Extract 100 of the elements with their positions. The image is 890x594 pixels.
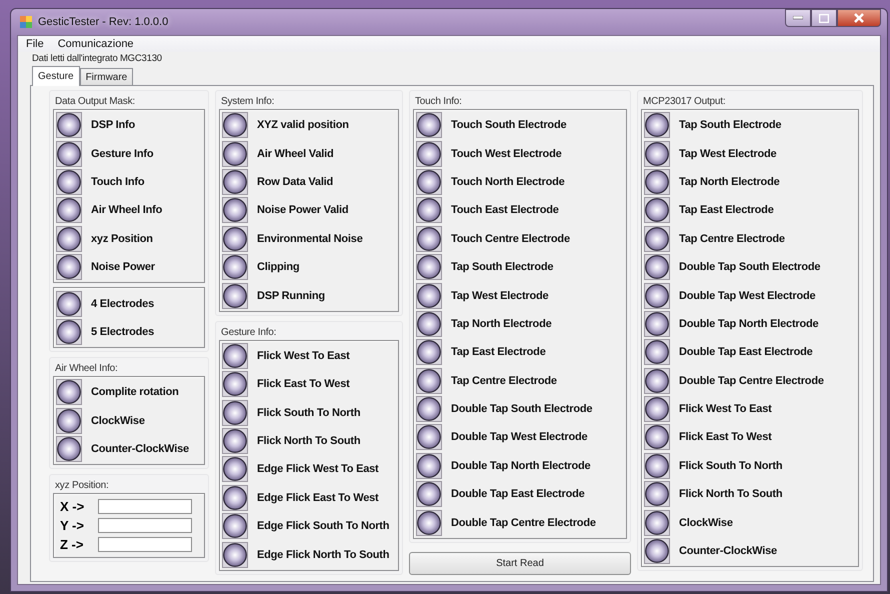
indicator-light-icon <box>56 197 82 224</box>
indicator-label: Double Tap North Electrode <box>451 460 590 472</box>
indicator-label: Tap East Electrode <box>679 204 774 216</box>
indicator-light-icon <box>222 282 248 309</box>
indicator-label: xyz Position <box>91 232 153 245</box>
indicator-light-icon <box>416 481 442 508</box>
indicator-label: Tap East Electrode <box>451 346 546 358</box>
indicator-light-icon <box>416 452 442 479</box>
indicator-label: Touch West Electrode <box>451 148 562 160</box>
indicator-light-icon <box>222 513 248 540</box>
indicator-light-icon <box>644 254 670 280</box>
minimize-icon <box>793 16 803 20</box>
indicator-light-icon <box>416 197 442 224</box>
indicator-light-icon <box>56 254 82 280</box>
indicator-label: DSP Info <box>91 119 136 132</box>
indicator-light-icon <box>222 371 248 398</box>
indicator-label: Double Tap South Electrode <box>451 403 592 416</box>
indicator-label: Flick South To North <box>679 460 782 472</box>
indicator-light-icon <box>644 168 670 195</box>
indicator-light-icon <box>644 282 670 309</box>
menu-item[interactable]: Comunicazione <box>52 37 140 51</box>
indicator-light-icon <box>222 112 248 138</box>
caption-text: Dati letti dall'integrato MGC3130 <box>32 53 163 64</box>
minimize-button[interactable] <box>785 9 811 27</box>
input-field[interactable] <box>98 518 192 534</box>
indicator-light-icon <box>222 197 248 224</box>
indicator-label: Air Wheel Info <box>91 204 162 216</box>
indicator-label: 4 Electrodes <box>91 298 154 310</box>
indicator-light-icon <box>56 318 82 345</box>
indicator-light-icon <box>416 254 442 280</box>
start-read-button[interactable]: Start Read <box>409 552 631 575</box>
indicator-light-icon <box>644 538 670 564</box>
indicator-label: Touch Info <box>91 176 144 188</box>
indicator-label: Tap West Electrode <box>451 290 548 302</box>
indicator-light-icon <box>416 140 442 167</box>
indicator-light-icon <box>416 112 442 138</box>
indicator-light-icon <box>56 379 82 406</box>
indicator-light-icon <box>644 339 670 366</box>
indicator-label: Counter-ClockWise <box>91 443 189 456</box>
indicator-label: Flick North To South <box>679 488 782 500</box>
indicator-light-icon <box>222 400 248 426</box>
menu-item[interactable]: File <box>20 37 50 51</box>
indicator-light-icon <box>56 140 82 167</box>
indicator-label: Touch Centre Electrode <box>451 232 570 245</box>
close-button[interactable] <box>837 9 881 27</box>
indicator-label: Complite rotation <box>91 386 179 398</box>
indicator-label: Edge Flick East To West <box>257 492 379 504</box>
indicator-label: Row Data Valid <box>257 176 334 188</box>
indicator-label: Edge Flick West To East <box>257 463 379 476</box>
indicator-label: Flick North To South <box>257 435 360 448</box>
indicator-light-icon <box>644 481 670 508</box>
input-field[interactable] <box>98 499 192 514</box>
maximize-icon <box>819 14 829 22</box>
indicator-label: Tap North Electrode <box>451 318 552 330</box>
indicator-label: Tap Centre Electrode <box>451 374 557 387</box>
indicator-light-icon <box>222 484 248 511</box>
indicator-label: Tap South Electrode <box>451 261 554 274</box>
window-title: GesticTester - Rev: 1.0.0.0 <box>38 16 168 28</box>
indicator-light-icon <box>222 226 248 252</box>
indicator-light-icon <box>644 226 670 252</box>
indicator-label: Edge Flick North To South <box>257 548 390 561</box>
indicator-label: Tap North Electrode <box>679 176 780 188</box>
indicator-light-icon <box>644 452 670 479</box>
indicator-light-icon <box>416 510 442 536</box>
indicator-label: Double Tap West Electrode <box>451 431 588 444</box>
indicator-label: Counter-ClockWise <box>679 545 777 558</box>
indicator-light-icon <box>416 168 442 195</box>
indicator-label: Double Tap Centre Electrode <box>679 374 824 387</box>
input-field[interactable] <box>98 537 192 552</box>
tab[interactable]: Firmware <box>80 68 134 85</box>
indicator-label: Edge Flick South To North <box>257 520 390 532</box>
indicator-light-icon <box>222 456 248 482</box>
indicator-light-icon <box>222 168 248 195</box>
indicator-label: Flick East To West <box>679 431 772 444</box>
indicator-light-icon <box>644 112 670 138</box>
indicator-light-icon <box>222 542 248 568</box>
indicator-light-icon <box>416 226 442 252</box>
indicator-label: Double Tap East Electrode <box>679 346 813 358</box>
indicator-light-icon <box>222 428 248 454</box>
indicator-light-icon <box>56 112 82 138</box>
indicator-label: Tap South Electrode <box>679 119 782 132</box>
indicator-light-icon <box>222 140 248 167</box>
indicator-light-icon <box>56 290 82 317</box>
maximize-button[interactable] <box>811 9 837 27</box>
indicator-label: Touch East Electrode <box>451 204 559 216</box>
indicator-label: Double Tap North Electrode <box>679 318 818 330</box>
indicator-light-icon <box>644 140 670 167</box>
axis-label: X -> <box>60 499 86 514</box>
indicator-label: Flick West To East <box>679 403 772 416</box>
indicator-light-icon <box>644 310 670 337</box>
indicator-label: Touch North Electrode <box>451 176 565 188</box>
axis-label: Z -> <box>60 537 84 552</box>
tab[interactable]: Gesture <box>32 66 80 86</box>
group-title: System Info: <box>221 96 274 107</box>
indicator-light-icon <box>416 339 442 366</box>
indicator-label: Environmental Noise <box>257 232 363 245</box>
indicator-light-icon <box>222 342 248 369</box>
indicator-label: Flick East To West <box>257 378 350 390</box>
group-title: Gesture Info: <box>221 326 276 338</box>
indicator-light-icon <box>56 408 82 434</box>
